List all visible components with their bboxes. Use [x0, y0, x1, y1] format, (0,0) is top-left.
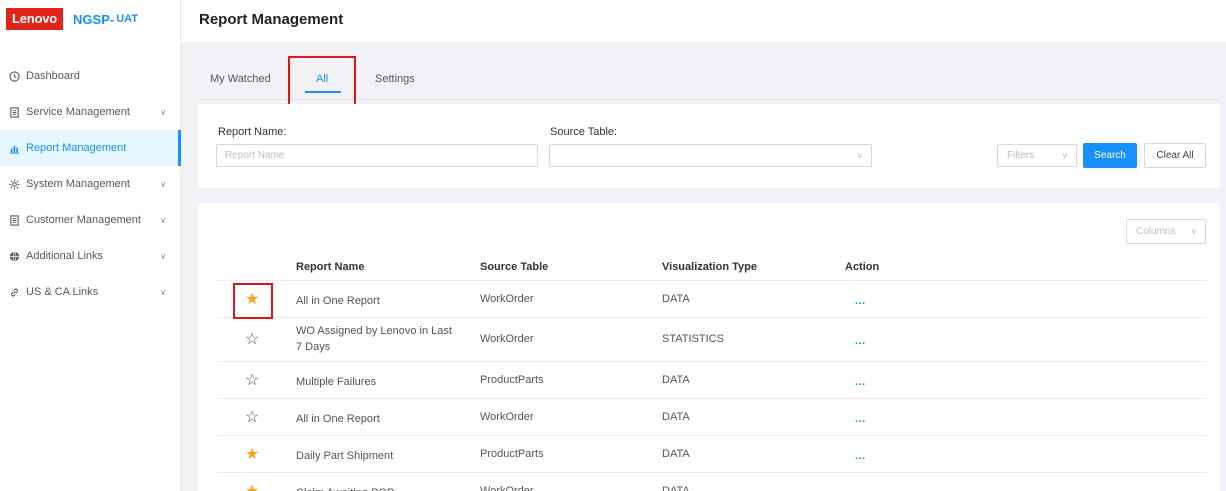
star-outline-icon[interactable]: ☆: [245, 332, 259, 348]
source-table-select[interactable]: ∨: [549, 144, 872, 167]
sidebar-item-label: System Management: [26, 178, 130, 190]
globe-icon: [8, 250, 20, 262]
sidebar-item-label: Customer Management: [26, 214, 141, 226]
row-action-menu[interactable]: ...: [855, 295, 866, 307]
visualization-type-cell: DATA: [662, 485, 690, 491]
column-header-report-name[interactable]: Report Name: [296, 261, 364, 273]
page-title: Report Management: [199, 11, 344, 28]
highlight-box-all-tab: [288, 56, 356, 108]
table-row[interactable]: ☆ WO Assigned by Lenovo in Last 7 Days Wor…: [218, 318, 1206, 362]
app-name: NGSP-: [73, 11, 115, 27]
sidebar-item-system-management[interactable]: System Management ∨: [0, 166, 180, 202]
sidebar-item-customer-management[interactable]: Customer Management ∨: [0, 202, 180, 238]
bar-chart-icon: [8, 142, 20, 154]
sidebar-item-dashboard[interactable]: Dashboard: [0, 58, 180, 94]
visualization-type-cell: DATA: [662, 448, 690, 460]
clear-all-button[interactable]: Clear All: [1144, 143, 1206, 168]
chevron-down-icon[interactable]: ∨: [160, 216, 166, 225]
report-name-cell: Claim Awaiting POP: [296, 485, 461, 491]
table-row[interactable]: ★ Daily Part Shipment ProductParts DATA...: [218, 436, 1206, 473]
brand: Lenovo NGSP- UAT: [0, 0, 180, 38]
sidebar-item-service-management[interactable]: Service Management ∨: [0, 94, 180, 130]
sidebar-menu: Dashboard Service Management ∨ Report Manag…: [0, 58, 181, 310]
report-name-cell: WO Assigned by Lenovo in Last 7 Days: [296, 325, 452, 353]
clock-icon: [8, 70, 20, 82]
source-table-cell: WorkOrder: [480, 485, 534, 491]
star-outline-icon[interactable]: ☆: [245, 410, 259, 426]
filters-select[interactable]: Filters ∨: [997, 144, 1077, 167]
chevron-down-icon[interactable]: ∨: [160, 180, 166, 189]
chevron-down-icon[interactable]: ∨: [160, 252, 166, 261]
table-body: ★ All in One Report WorkOrder DATA... ☆ WO As…: [218, 281, 1206, 491]
row-action-menu[interactable]: ...: [855, 450, 866, 462]
row-action-menu[interactable]: ...: [855, 413, 866, 425]
page-header: Report Management: [181, 0, 1226, 42]
document-icon: [8, 214, 20, 226]
highlight-box-star: [233, 283, 273, 319]
sidebar-item-label: US & CA Links: [26, 286, 99, 298]
visualization-type-cell: DATA: [662, 411, 690, 423]
lenovo-logo[interactable]: Lenovo: [6, 8, 64, 30]
columns-select[interactable]: Columns ∨: [1126, 219, 1206, 244]
source-table-cell: ProductParts: [480, 374, 544, 386]
table-row[interactable]: ☆ All in One Report WorkOrder DATA...: [218, 399, 1206, 436]
filters-select-label: Filters: [1007, 150, 1035, 161]
row-action-menu[interactable]: ...: [855, 335, 866, 347]
sidebar-item-report-management[interactable]: Report Management: [0, 130, 181, 166]
visualization-type-cell: STATISTICS: [662, 333, 724, 345]
document-icon: [8, 106, 20, 118]
sidebar-item-label: Additional Links: [26, 250, 104, 262]
column-header-action[interactable]: Action: [845, 261, 879, 273]
column-header-visualization-type[interactable]: Visualization Type: [662, 261, 757, 273]
sidebar: Lenovo NGSP- UAT Dashboard Service Manage…: [0, 0, 181, 491]
report-name-cell: Multiple Failures: [296, 376, 377, 388]
star-filled-icon[interactable]: ★: [245, 484, 259, 491]
report-name-input[interactable]: [216, 144, 538, 167]
chevron-down-icon: ∨: [1061, 150, 1068, 160]
chevron-down-icon: ∨: [1190, 226, 1197, 236]
star-outline-icon[interactable]: ☆: [245, 373, 259, 389]
column-header-source-table[interactable]: Source Table: [480, 261, 548, 273]
sidebar-item-label: Dashboard: [26, 70, 80, 82]
gear-icon: [8, 178, 20, 190]
source-table-label: Source Table:: [550, 126, 618, 138]
report-name-label: Report Name:: [218, 126, 287, 138]
visualization-type-cell: DATA: [662, 293, 690, 305]
source-table-cell: WorkOrder: [480, 293, 534, 305]
environment-label: UAT: [116, 13, 138, 25]
star-filled-icon[interactable]: ★: [245, 447, 259, 463]
table-row[interactable]: ★ All in One Report WorkOrder DATA...: [218, 281, 1206, 318]
sidebar-item-label: Report Management: [26, 142, 127, 154]
report-name-cell: All in One Report: [296, 413, 380, 425]
link-icon: [8, 286, 20, 298]
filter-panel: Report Name: Source Table: ∨ Filters ∨ S…: [198, 104, 1220, 188]
reports-table: Report Name Source Table Visualization T…: [218, 253, 1206, 491]
report-name-cell: All in One Report: [296, 295, 380, 307]
sidebar-item-additional-links[interactable]: Additional Links ∨: [0, 238, 180, 274]
tab-settings[interactable]: Settings: [375, 73, 415, 85]
tab-my-watched[interactable]: My Watched: [210, 73, 271, 85]
table-row[interactable]: ★ Claim Awaiting POP WorkOrder DATA...: [218, 473, 1206, 491]
sidebar-item-us-and-ca-links[interactable]: US & CA Links ∨: [0, 274, 180, 310]
table-panel: Columns ∨ Report Name Source Table Visua…: [198, 203, 1220, 491]
source-table-cell: WorkOrder: [480, 333, 534, 345]
source-table-cell: ProductParts: [480, 448, 544, 460]
source-table-cell: WorkOrder: [480, 411, 534, 423]
table-header: Report Name Source Table Visualization T…: [218, 253, 1206, 281]
sidebar-item-label: Service Management: [26, 106, 130, 118]
columns-select-label: Columns: [1136, 226, 1176, 237]
search-button[interactable]: Search: [1083, 143, 1137, 168]
report-name-cell: Daily Part Shipment: [296, 450, 394, 462]
visualization-type-cell: DATA: [662, 374, 690, 386]
table-row[interactable]: ☆ Multiple Failures ProductParts DATA...: [218, 362, 1206, 399]
row-action-menu[interactable]: ...: [855, 487, 866, 491]
row-action-menu[interactable]: ...: [855, 376, 866, 388]
chevron-down-icon[interactable]: ∨: [160, 288, 166, 297]
chevron-down-icon[interactable]: ∨: [160, 108, 166, 117]
chevron-down-icon: ∨: [856, 150, 863, 160]
